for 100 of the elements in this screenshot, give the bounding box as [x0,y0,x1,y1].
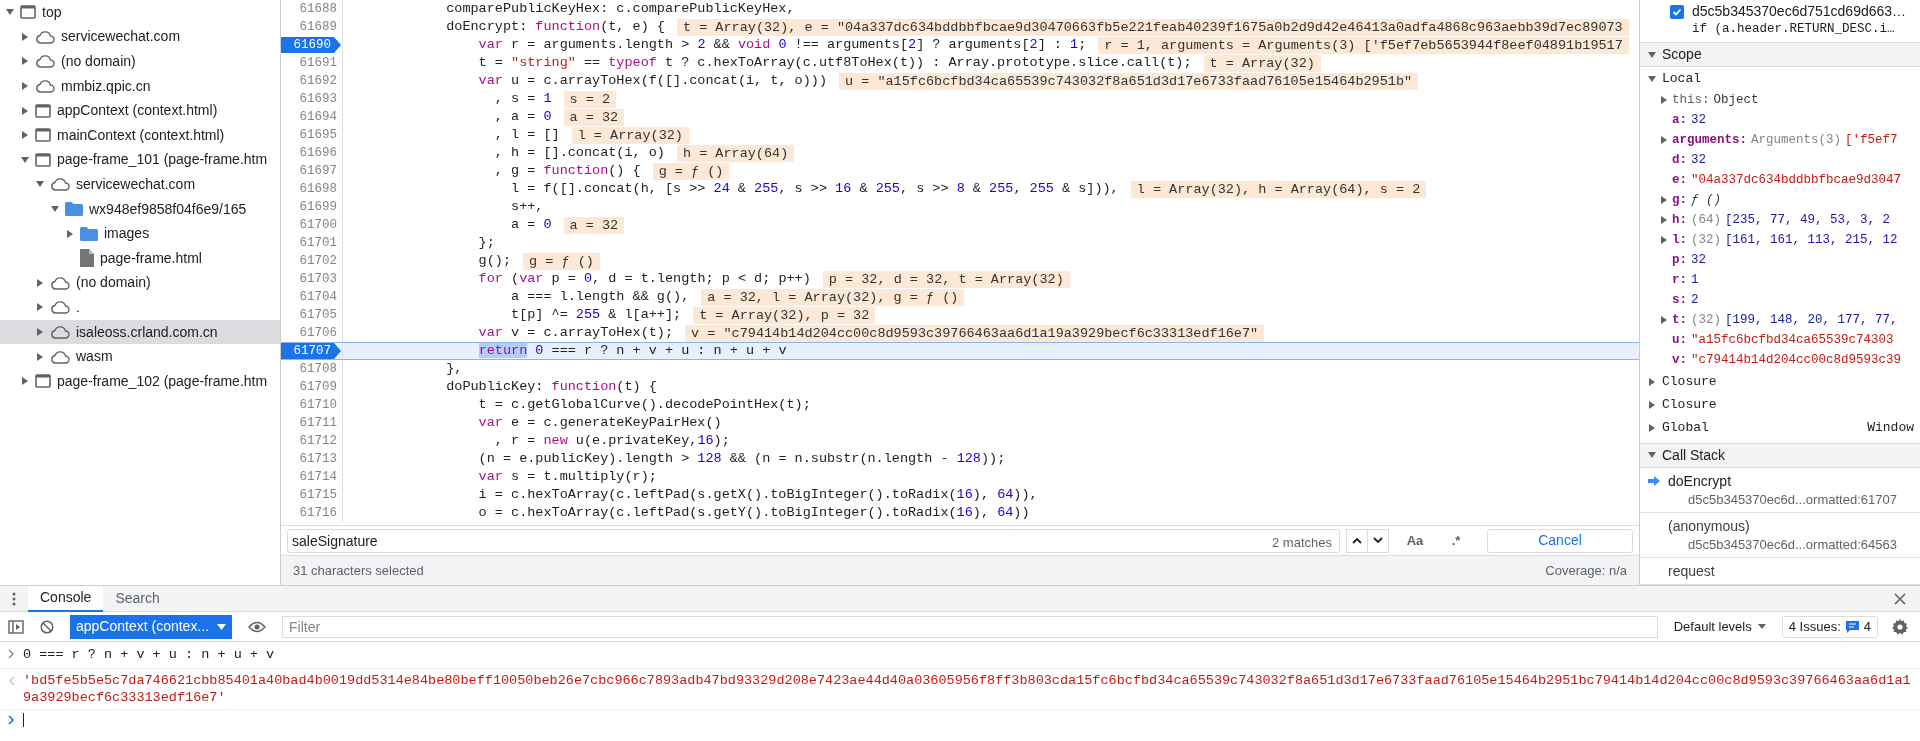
scope-variable[interactable]: u: "a15fc6bcfbd34ca65539c74303 [1640,330,1920,351]
caret-icon[interactable] [1660,236,1668,245]
scope-section[interactable]: Global Window [1640,416,1920,440]
section-header[interactable]: Call Stack [1640,442,1920,468]
close-icon[interactable] [1894,592,1906,605]
caret-icon[interactable] [21,155,29,164]
scope-section[interactable]: Local [1640,67,1920,91]
scope-variable[interactable]: e: "04a337dc634bddbbfbcae9d3047 [1640,170,1920,191]
context-selector[interactable]: appContext (contex... [70,614,232,639]
caret-icon[interactable] [21,82,29,91]
caret-icon[interactable] [1648,377,1656,386]
scope-variable[interactable]: p: 32 [1640,250,1920,271]
function-name[interactable]: (anonymous) [1668,515,1750,537]
tree-item[interactable]: isaleoss.crland.com.cn [0,319,280,345]
scope-variable[interactable]: r: 1 [1640,270,1920,291]
scope-variable[interactable]: d: 32 [1640,150,1920,171]
chevron-left-icon [8,676,15,687]
scope-variable[interactable]: a: 32 [1640,110,1920,131]
text-cursor[interactable] [23,713,24,728]
tree-item[interactable]: appContext (context.html) [0,98,280,123]
scope-variable[interactable]: g: ƒ () [1640,190,1920,211]
filter-field[interactable]: Filter [282,615,1658,638]
caret-icon[interactable] [36,180,44,189]
checkbox[interactable] [1670,5,1684,19]
scope-variable[interactable]: v: "c79414b14d204cc00c8d9593c39 [1640,350,1920,371]
code-text: l = f([].concat(h, [s >> 24 & 255, s >> 16 & 255, s >> 8 & 255, 255 & s])), [510,180,1119,198]
line-number: 61705 [298,306,337,324]
caret-icon[interactable] [1660,216,1668,225]
caret-icon[interactable] [1660,96,1668,105]
caret-icon[interactable] [1648,451,1656,460]
drawer-tab[interactable]: Search [103,585,172,612]
sidebar-toggle-icon[interactable] [8,619,24,634]
inline-value: g = ƒ () [652,162,730,180]
drawer-tab[interactable]: Console [28,585,104,612]
eye-icon[interactable] [248,620,266,633]
tree-item[interactable]: mainContext (context.html) [0,122,280,148]
section-header[interactable]: Scope [1640,42,1920,68]
function-name[interactable]: doEncrypt [1668,470,1732,492]
scope-variable[interactable]: s: 2 [1640,290,1920,311]
caret-icon[interactable] [1648,50,1656,59]
tree-item[interactable]: top [0,0,280,25]
caret-icon[interactable] [21,106,29,115]
caret-icon[interactable] [1660,316,1668,325]
function-name[interactable]: request [1668,560,1715,582]
inline-value: r = 1, arguments = Arguments(3) ['f5ef7eb5653944f8eef04891b19517 [1098,36,1629,54]
scope-section[interactable]: Closure [1640,370,1920,394]
frame-location[interactable]: d5c5b345370ec6d...ormatted:61707 [1648,491,1920,509]
clear-console-icon[interactable] [40,619,54,634]
scope-section[interactable]: Closure [1640,393,1920,417]
tree-item[interactable]: mmbiz.qpic.cn [0,73,280,99]
caret-icon[interactable] [6,8,14,17]
caret-icon[interactable] [21,377,29,386]
caret-icon[interactable] [1648,400,1656,409]
breakpoint-marker[interactable]: 61707 [281,343,341,359]
cloud-icon [50,300,70,315]
caret-icon[interactable] [36,352,44,361]
caret-icon[interactable] [1648,74,1656,83]
caret-icon[interactable] [66,229,74,238]
chevron-right-icon [8,649,15,659]
line-number: 61708 [298,360,337,378]
caret-icon[interactable] [36,278,44,287]
scope-variable[interactable]: this: Object [1640,90,1920,111]
caret-icon[interactable] [36,303,44,312]
tree-item[interactable]: wasm [0,344,280,369]
code-text: comparePublicKeyHex: c.comparePublicKeyHex, [445,0,795,18]
tree-item[interactable]: page-frame_102 (page-frame.htm [0,368,280,394]
code-text: }, [445,360,463,378]
tree-item[interactable]: page-frame_101 (page-frame.htm [0,147,280,173]
tree-item[interactable]: images [0,221,280,246]
caret-icon[interactable] [1660,136,1668,145]
tree-item[interactable]: . [0,295,280,320]
previous-match-button[interactable] [1346,528,1368,553]
match-case-button[interactable]: Aa [1395,528,1435,553]
caret-icon[interactable] [36,328,44,336]
tree-item[interactable]: page-frame.html [0,245,280,271]
tree-item[interactable]: (no domain) [0,270,280,296]
tree-item[interactable]: (no domain) [0,49,280,74]
caret-icon[interactable] [1660,196,1668,205]
caret-icon[interactable] [1648,423,1656,432]
cancel-button[interactable]: Cancel [1487,528,1633,553]
scope-variable[interactable]: arguments: Arguments(3) ['f5ef7 [1640,130,1920,151]
scope-variable[interactable]: l: (32) [161, 161, 113, 215, 12 [1640,230,1920,251]
next-match-button[interactable] [1367,528,1389,553]
caret-icon[interactable] [21,57,29,66]
frame-location[interactable]: d5c5b345370ec6d...ormatted:64563 [1648,536,1920,554]
caret-icon[interactable] [21,32,29,41]
scope-variable[interactable]: h: (64) [235, 77, 49, 53, 3, 2 [1640,210,1920,231]
tree-item[interactable]: servicewechat.com [0,172,280,197]
scope-variable[interactable]: t: (32) [199, 148, 20, 177, 77, [1640,310,1920,331]
issues-button[interactable]: 4 Issues: 4 [1781,615,1878,638]
log-levels-dropdown[interactable]: Default levels [1667,616,1772,637]
breakpoint-marker[interactable]: 61690 [281,37,341,53]
settings-icon[interactable] [1892,618,1908,635]
caret-icon[interactable] [21,131,29,140]
tree-item[interactable]: servicewechat.com [0,24,280,50]
caret-icon[interactable] [51,205,59,214]
tree-item[interactable]: wx948ef9858f04f6e9/165 [0,196,280,222]
code-text: }; [477,234,495,252]
inline-value: a = 32 [563,108,625,126]
regex-button[interactable]: .* [1441,528,1471,553]
